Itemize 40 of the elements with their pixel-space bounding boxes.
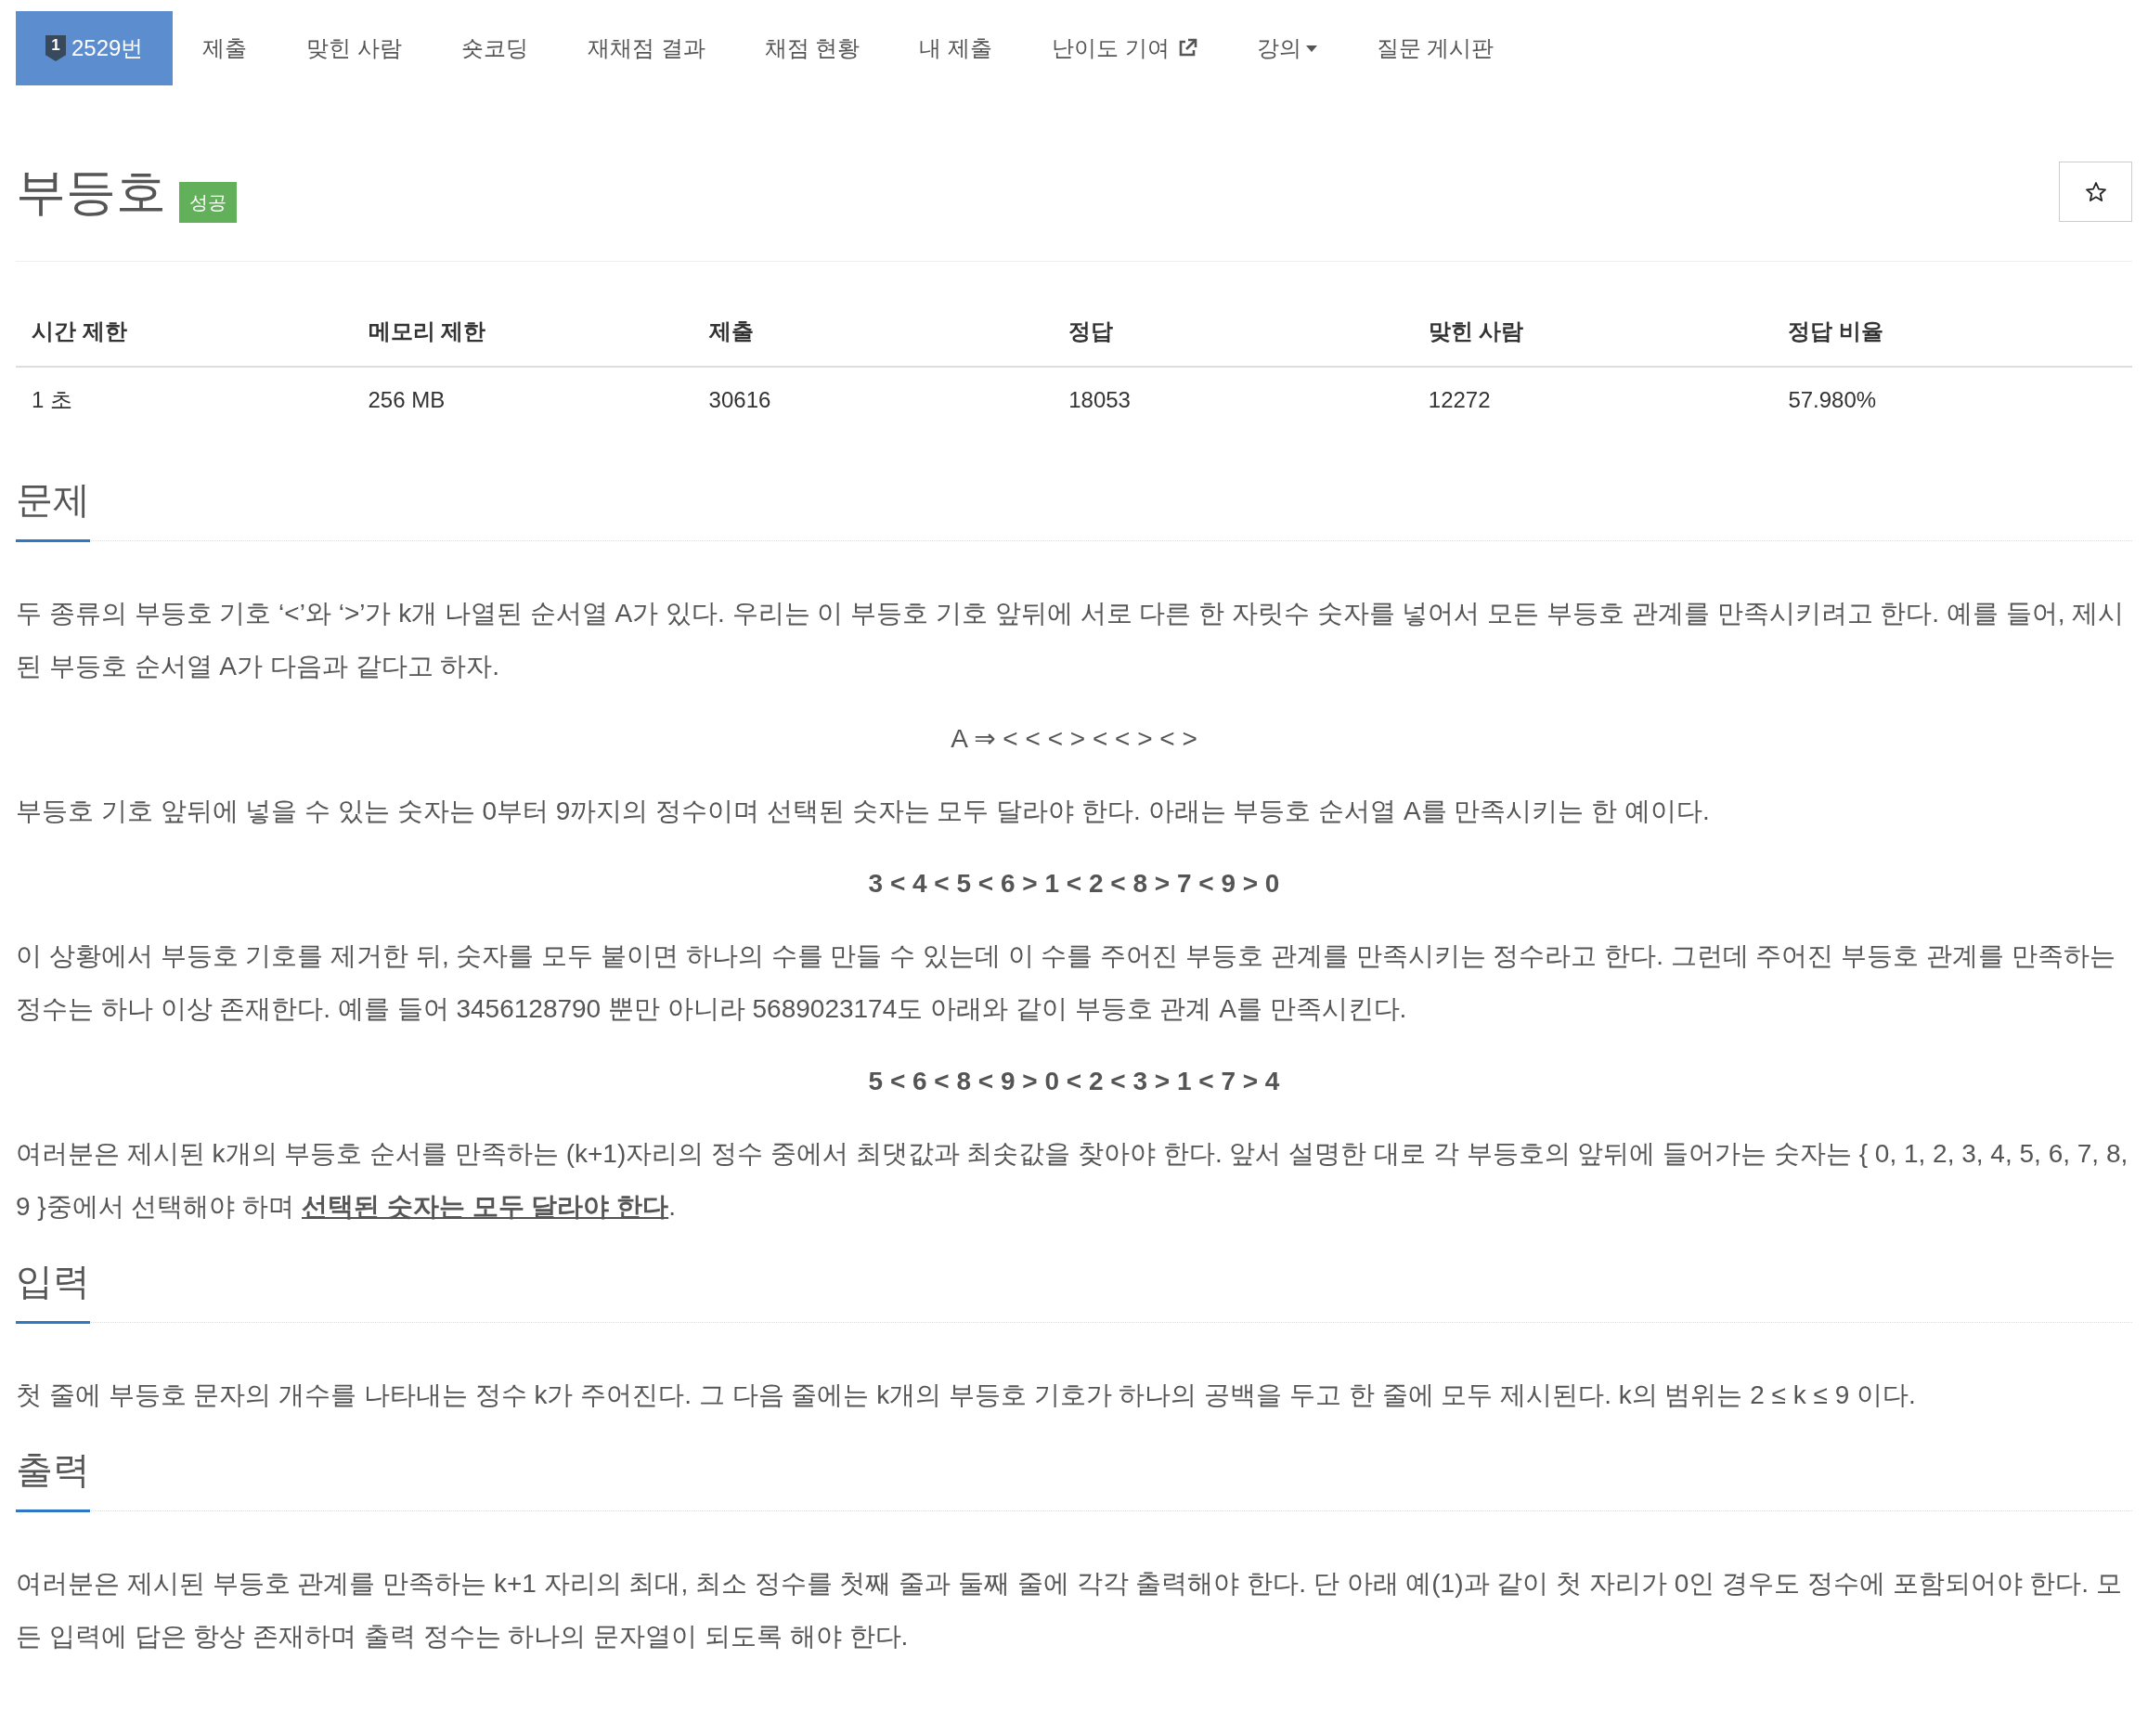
- nav-tab[interactable]: 강의: [1226, 11, 1347, 85]
- paragraph: 첫 줄에 부등호 문자의 개수를 나타내는 정수 k가 주어진다. 그 다음 줄에는 k개의 부등호 기호가 하나의 공백을 두고 한 줄에 모두 제시된다. k의 범위는 2 ≤ k ≤ 9 이다.: [16, 1380, 1917, 1411]
- formula: 5 < 6 < 8 < 9 > 0 < 2 < 3 > 1 < 7 > 4: [867, 1066, 1281, 1097]
- section-heading: 입력: [16, 1257, 90, 1324]
- problem-title: 부등호: [16, 162, 166, 221]
- table-cell: 18053: [1053, 367, 1413, 433]
- nav-tab[interactable]: 숏코딩: [432, 11, 559, 85]
- nav-tab[interactable]: 난이도 기여: [1022, 11, 1227, 85]
- nav-tab[interactable]: 제출: [173, 11, 278, 85]
- table-cell: 1 초: [16, 367, 353, 433]
- table-cell: 30616: [692, 367, 1054, 433]
- table-header-cell: 시간 제한: [16, 297, 353, 367]
- table-header-cell: 정답 비율: [1772, 297, 2132, 367]
- nav-tab[interactable]: 채점 현황: [734, 11, 890, 85]
- paragraph: 부등호 기호 앞뒤에 넣을 수 있는 숫자는 0부터 9까지의 정수이며 선택된 숫자는 모두 달라야 한다. 아래는 부등호 순서열 A를 만족시키는 한 예이다.: [16, 796, 1711, 827]
- table-header-cell: 정답: [1053, 297, 1413, 367]
- star-icon: [2084, 180, 2107, 203]
- table-cell: 57.980%: [1772, 367, 2132, 433]
- formula: A ⇒ < < < > < < > < >: [950, 723, 1198, 755]
- table-header-cell: 제출: [692, 297, 1054, 367]
- caret-icon: [1305, 45, 1317, 52]
- paragraph: 여러분은 제시된 부등호 관계를 만족하는 k+1 자리의 최대, 최소 정수를 첫째 줄과 둘째 줄에 각각 출력해야 한다. 단 아래 예(1)과 같이 첫 자리가 0인 경우도 정수에 포함되어야 한다. 모든 입력에 답은 항상 존재하며 출력 정수는 하나의 문자열이 되도록 해야 한다.: [16, 1568, 2123, 1652]
- nav-tab[interactable]: 1 2529번: [16, 11, 174, 85]
- formula: 3 < 4 < 5 < 6 > 1 < 2 < 8 > 7 < 9 > 0: [867, 868, 1281, 900]
- table-header-cell: 맞힌 사람: [1412, 297, 1773, 367]
- nav-tab[interactable]: 내 제출: [889, 11, 1023, 85]
- nav-tab[interactable]: 맞힌 사람: [277, 11, 433, 85]
- table-header-cell: 메모리 제한: [352, 297, 693, 367]
- paragraph: 여러분은 제시된 k개의 부등호 순서를 만족하는 (k+1)자리의 정수 중에서 최댓값과 최솟값을 찾아야 한다. 앞서 설명한 대로 각 부등호의 앞뒤에 들어가는 숫자는 { 0, 1, 2, 3, 4, 5, 6, 7, 8, 9 }중에서 선택해야 하며 선택된 숫자는 모두 달라야 한다.: [16, 1138, 2129, 1223]
- nav-tab[interactable]: 재채점 결과: [558, 11, 735, 85]
- favorite-button[interactable]: [2059, 162, 2132, 222]
- section-heading: 출력: [16, 1445, 90, 1512]
- paragraph: 두 종류의 부등호 기호 ‘<’와 ‘>’가 k개 나열된 순서열 A가 있다. 우리는 이 부등호 기호 앞뒤에 서로 다른 한 자릿수 숫자를 넣어서 모든 부등호 관계를 만족시키려고 한다. 예를 들어, 제시된 부등호 순서열 A가 다음과 같다고 하자.: [16, 598, 2126, 682]
- number-badge: 1: [45, 35, 66, 61]
- table-cell: 256 MB: [352, 367, 693, 433]
- result-badge: 성공: [179, 181, 237, 223]
- table-cell: 12272: [1412, 367, 1773, 433]
- section-heading: 문제: [16, 475, 90, 542]
- paragraph: 이 상황에서 부등호 기호를 제거한 뒤, 숫자를 모두 붙이면 하나의 수를 만들 수 있는데 이 수를 주어진 부등호 관계를 만족시키는 정수라고 한다. 그런데 주어진 부등호 관계를 만족하는 정수는 하나 이상 존재한다. 예를 들어 3456128790 뿐만 아니라 5689023174도 아래와 같이 부등호 관계 A를 만족시킨다.: [16, 940, 2116, 1025]
- nav-tab[interactable]: 질문 게시판: [1346, 11, 1524, 85]
